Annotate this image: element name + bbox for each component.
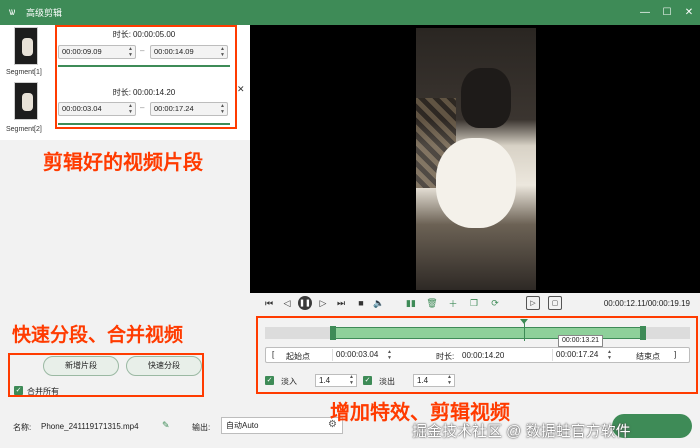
skip-end-icon[interactable]: ⏭ [334, 296, 348, 310]
volume-icon[interactable]: 🔈 [372, 296, 386, 310]
segment-thumbnail [14, 82, 38, 120]
crop-icon[interactable]: ▢ [548, 296, 562, 310]
playback-controls: ⏮ ◁ ❚❚ ▷ ⏭ ■ 🔈 ▮▮ 🗑 ＋ ❐ ⟳ ▷ ▢ 00:00:12.1… [250, 293, 700, 315]
quick-split-button[interactable]: 快速分段 [126, 356, 202, 376]
pause-icon[interactable]: ❚❚ [298, 296, 312, 310]
annotation-segments: 剪辑好的视频片段 [43, 152, 203, 174]
merge-all-checkbox[interactable]: ✓ [14, 386, 23, 395]
new-segment-button[interactable]: 新增片段 [43, 356, 119, 376]
segment-label: Segment[2] [6, 126, 42, 133]
annotation-effects: 增加特效、剪辑视频 [330, 402, 510, 424]
video-frame [416, 28, 536, 290]
split-icon[interactable]: ▮▮ [404, 296, 418, 310]
close-icon[interactable]: ✕ [237, 84, 245, 95]
step-back-icon[interactable]: ◁ [280, 296, 294, 310]
annotation-box-effects [256, 316, 698, 394]
output-select[interactable]: 自动Auto [221, 417, 343, 434]
copy-icon[interactable]: ❐ [467, 296, 481, 310]
video-preview [250, 25, 700, 293]
close-button[interactable]: ✕ [678, 0, 700, 25]
rotate-icon[interactable]: ⟳ [488, 296, 502, 310]
file-name: Phone_241119171315.mp4 [41, 422, 139, 431]
step-forward-icon[interactable]: ▷ [316, 296, 330, 310]
annotation-split: 快速分段、合并视频 [12, 325, 184, 346]
delete-icon[interactable]: 🗑 [425, 296, 439, 310]
annotation-box-segments [55, 25, 237, 129]
pencil-icon[interactable]: ✎ [162, 420, 170, 431]
window-controls: — ☐ ✕ [634, 0, 700, 25]
minimize-button[interactable]: — [634, 0, 656, 25]
add-icon[interactable]: ＋ [446, 296, 460, 310]
segment-label: Segment[1] [6, 69, 42, 76]
stop-icon[interactable]: ■ [354, 296, 368, 310]
time-readout: 00:00:12.11/00:00:19.19 [603, 299, 690, 308]
segments-panel: Segment[1] 时长: 00:00:05.00 00:00:09.09 ▲ ▼ … [0, 25, 250, 440]
output-label: 输出: [192, 423, 211, 432]
skip-start-icon[interactable]: ⏮ [262, 296, 276, 310]
name-label: 名称: [13, 423, 32, 432]
title-bar: ѡ 高级剪辑 — ☐ ✕ [0, 0, 700, 25]
frame-icon[interactable]: ▷ [526, 296, 540, 310]
merge-all-label: 合并所有 [27, 387, 59, 396]
segment-thumbnail [14, 27, 38, 65]
maximize-button[interactable]: ☐ [656, 0, 678, 25]
window-title: 高级剪辑 [26, 8, 63, 18]
rabbit-icon: ѡ [8, 6, 16, 18]
